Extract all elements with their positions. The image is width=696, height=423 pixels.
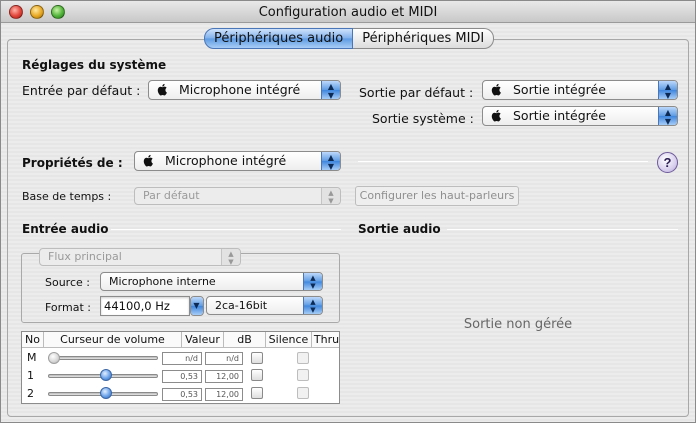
tab-bar: Périphériques audio Périphériques MIDI <box>204 28 495 49</box>
volume-slider[interactable] <box>99 369 112 381</box>
help-button[interactable]: ? <box>657 152 678 173</box>
updown-arrows-icon: ▲ ▼ <box>321 81 340 99</box>
default-output-popup[interactable]: Sortie intégrée ▲ ▼ <box>482 80 678 100</box>
tab-audio-devices[interactable]: Périphériques audio <box>204 28 354 49</box>
audio-input-separator <box>111 229 341 230</box>
source-value: Microphone interne <box>109 275 216 288</box>
row-number: 1 <box>27 369 34 382</box>
properties-value: Microphone intégré <box>164 153 287 168</box>
apple-icon <box>143 154 153 167</box>
value-field[interactable]: 0,53 <box>162 388 202 401</box>
title-bar[interactable]: Configuration audio et MIDI <box>1 1 695 23</box>
system-output-value: Sortie intégrée <box>512 108 606 123</box>
audio-midi-window: Configuration audio et MIDI Périphérique… <box>0 0 696 423</box>
column-header-volume[interactable]: Curseur de volume <box>44 332 182 348</box>
tab-midi-devices[interactable]: Périphériques MIDI <box>353 28 495 49</box>
default-input-popup[interactable]: Microphone intégré ▲ ▼ <box>148 80 341 100</box>
format-rate-field[interactable]: 44100,0 Hz <box>100 296 190 316</box>
silence-checkbox[interactable] <box>251 352 263 364</box>
column-header-silence[interactable]: Silence <box>266 332 312 348</box>
column-header-no[interactable]: No <box>22 332 44 348</box>
thru-checkbox[interactable] <box>297 352 309 364</box>
default-input-label: Entrée par défaut : <box>22 83 141 98</box>
audio-output-separator <box>447 229 678 230</box>
default-input-value: Microphone intégré <box>178 82 301 97</box>
format-rate-menu[interactable]: ▼ <box>190 296 204 316</box>
value-field[interactable]: n/d <box>162 352 202 365</box>
system-output-popup[interactable]: Sortie intégrée ▲ ▼ <box>482 106 678 126</box>
stream-popup[interactable]: Flux principal ▲ ▼ <box>39 248 241 266</box>
updown-arrows-icon: ▲ ▼ <box>303 273 322 290</box>
stream-value: Flux principal <box>48 250 122 263</box>
apple-icon <box>491 109 501 122</box>
row-number: M <box>27 351 37 364</box>
db-field[interactable]: n/d <box>205 352 243 365</box>
volume-table: No Curseur de volume Valeur dB Silence T… <box>21 331 340 404</box>
properties-popup[interactable]: Microphone intégré ▲ ▼ <box>134 151 341 171</box>
silence-checkbox[interactable] <box>251 369 263 381</box>
updown-arrows-icon: ▲ ▼ <box>303 297 322 314</box>
properties-label: Propriétés de : <box>22 156 123 170</box>
updown-arrows-icon: ▲ ▼ <box>221 249 240 265</box>
volume-slider[interactable] <box>48 352 60 364</box>
row-number: 2 <box>27 387 34 400</box>
column-header-thru[interactable]: Thru <box>312 332 339 348</box>
default-output-label: Sortie par défaut : <box>359 85 474 100</box>
column-header-db[interactable]: dB <box>224 332 266 348</box>
default-output-value: Sortie intégrée <box>512 82 606 97</box>
updown-arrows-icon: ▲ ▼ <box>321 152 340 170</box>
volume-slider[interactable] <box>99 387 112 399</box>
format-label: Format : <box>45 301 91 314</box>
source-label: Source : <box>45 276 90 289</box>
window-title: Configuration audio et MIDI <box>258 5 438 20</box>
apple-icon <box>491 83 501 96</box>
updown-arrows-icon: ▲ ▼ <box>658 107 677 125</box>
system-output-label: Sortie système : <box>372 111 474 126</box>
clock-label: Base de temps : <box>22 190 112 203</box>
properties-separator <box>358 161 648 162</box>
thru-checkbox[interactable] <box>297 369 309 381</box>
chevron-down-icon: ▼ <box>191 297 203 315</box>
value-field[interactable]: 0,53 <box>162 370 202 383</box>
system-settings-heading: Réglages du système <box>22 58 167 72</box>
updown-arrows-icon: ▲ ▼ <box>321 188 340 204</box>
thru-checkbox[interactable] <box>297 387 309 399</box>
format-bits-value: 2ca-16bit <box>215 299 268 312</box>
column-header-value[interactable]: Valeur <box>182 332 224 348</box>
db-field[interactable]: 12,00 <box>205 370 243 383</box>
clock-popup[interactable]: Par défaut ▲ ▼ <box>134 187 341 205</box>
audio-input-heading: Entrée audio <box>22 222 109 236</box>
updown-arrows-icon: ▲ ▼ <box>658 81 677 99</box>
output-status-text: Sortie non gérée <box>463 317 573 332</box>
source-popup[interactable]: Microphone interne ▲ ▼ <box>100 272 323 291</box>
db-field[interactable]: 12,00 <box>205 388 243 401</box>
clock-value: Par défaut <box>143 189 200 202</box>
apple-icon <box>157 83 167 96</box>
volume-slider-track <box>48 356 158 360</box>
audio-output-heading: Sortie audio <box>358 222 441 236</box>
format-bits-popup[interactable]: 2ca-16bit ▲ ▼ <box>206 296 323 315</box>
silence-checkbox[interactable] <box>251 387 263 399</box>
configure-speakers-button[interactable]: Configurer les haut-parleurs <box>355 186 519 206</box>
